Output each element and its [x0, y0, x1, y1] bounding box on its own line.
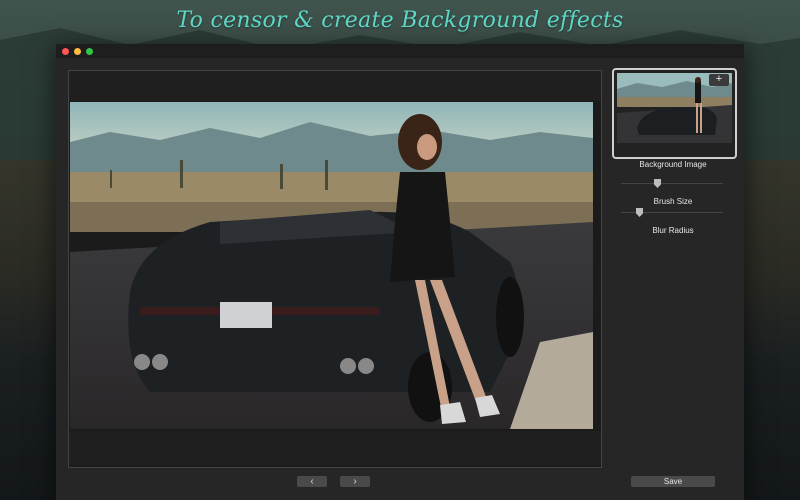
app-window: ‹ › + Background Image Brush Size Blur R… — [56, 44, 744, 500]
background-image-label: Background Image — [639, 160, 707, 169]
next-button[interactable]: › — [340, 476, 370, 487]
add-image-button[interactable]: + — [709, 74, 729, 86]
photo-image — [70, 102, 593, 429]
background-image-thumbnail[interactable]: + — [612, 68, 737, 159]
zoom-button[interactable] — [86, 48, 93, 55]
brush-size-label: Brush Size — [653, 197, 693, 206]
title-bar[interactable] — [56, 44, 744, 58]
plus-icon: + — [715, 73, 723, 85]
slider-knob[interactable] — [654, 179, 661, 188]
chevron-left-icon: ‹ — [310, 476, 314, 487]
canvas-padding-top — [69, 71, 601, 101]
save-button[interactable]: Save — [631, 476, 715, 487]
slider-track — [621, 183, 723, 184]
brush-size-slider[interactable] — [621, 179, 723, 188]
canvas-padding-bottom — [69, 431, 601, 465]
chevron-right-icon: › — [353, 476, 357, 487]
blur-radius-slider[interactable] — [621, 208, 723, 217]
previous-button[interactable]: ‹ — [297, 476, 327, 487]
minimize-button[interactable] — [74, 48, 81, 55]
slider-knob[interactable] — [636, 208, 643, 217]
blur-radius-label: Blur Radius — [652, 226, 694, 235]
tagline: To censor & create Background effects — [176, 8, 624, 33]
close-button[interactable] — [62, 48, 69, 55]
editor-canvas[interactable] — [68, 70, 602, 468]
photo-canvas[interactable] — [70, 102, 593, 429]
